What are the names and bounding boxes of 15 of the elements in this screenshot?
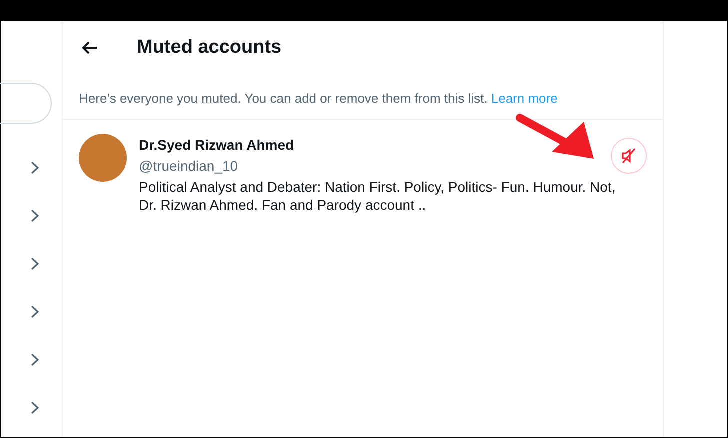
- description-text: Here’s everyone you muted. You can add or remove them from this list. Learn more: [63, 74, 663, 120]
- chevron-right-icon[interactable]: [30, 209, 40, 223]
- chevron-right-icon[interactable]: [30, 353, 40, 367]
- account-handle[interactable]: @trueindian_10: [139, 158, 294, 174]
- account-bio: Political Analyst and Debater: Nation First. Policy, Politics- Fun. Humour. Not, Dr. Rizwan Ahmed. Fan and Parody account ..: [139, 178, 617, 214]
- chevron-right-icon[interactable]: [30, 305, 40, 319]
- avatar-circle[interactable]: [79, 134, 127, 182]
- account-name[interactable]: Dr.Syed Rizwan Ahmed: [139, 137, 294, 153]
- mute-toggle-button[interactable]: [611, 138, 647, 174]
- search-field[interactable]: [0, 83, 52, 124]
- muted-speaker-icon: [620, 147, 638, 165]
- chevron-right-icon[interactable]: [30, 257, 40, 271]
- chevron-right-icon[interactable]: [30, 401, 40, 415]
- chevron-right-icon[interactable]: [30, 161, 40, 175]
- page-title: Muted accounts: [137, 36, 282, 58]
